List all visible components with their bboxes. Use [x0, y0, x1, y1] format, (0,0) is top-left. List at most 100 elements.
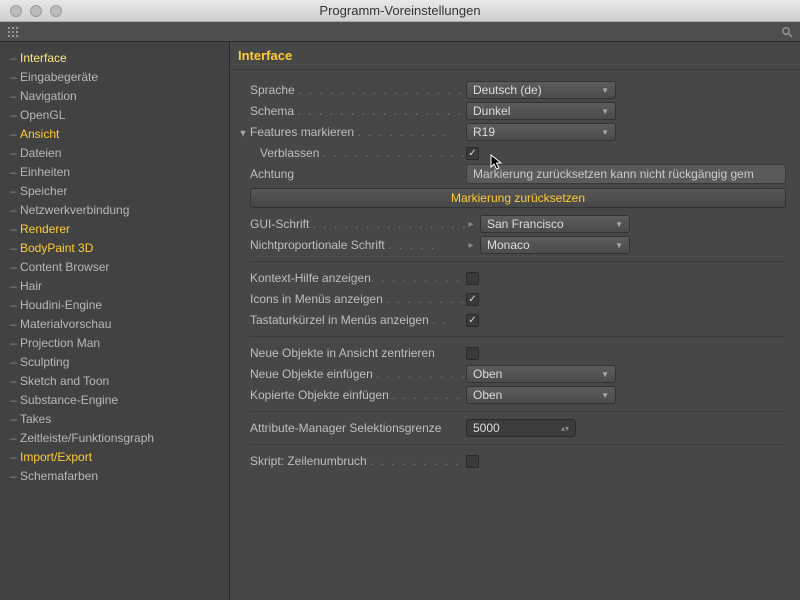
chevron-down-icon: ▼ [601, 86, 609, 95]
row-language: Sprache . . . . . . . . . . . . . . . . … [236, 80, 786, 100]
search-icon[interactable] [780, 25, 794, 39]
sidebar-item-zeitleiste-funktionsgraph[interactable]: –Zeitleiste/Funktionsgraph [0, 428, 229, 447]
sidebar-item-schemafarben[interactable]: –Schemafarben [0, 466, 229, 485]
label-features: Features markieren [250, 125, 354, 139]
dropdown-insert-new[interactable]: Oben▼ [466, 365, 616, 383]
row-scheme: Schema . . . . . . . . . . . . . . . . .… [236, 101, 786, 121]
reset-highlight-button[interactable]: Markierung zurücksetzen [250, 188, 786, 208]
label-am-limit: Attribute-Manager Selektionsgrenze [250, 421, 441, 435]
sidebar-item-interface[interactable]: –Interface [0, 48, 229, 67]
sidebar-item-label: Speicher [20, 184, 67, 198]
dash-icon: – [10, 70, 20, 84]
sidebar-item-content-browser[interactable]: –Content Browser [0, 257, 229, 276]
dropdown-scheme[interactable]: Dunkel▼ [466, 102, 616, 120]
sidebar-item-opengl[interactable]: –OpenGL [0, 105, 229, 124]
sidebar-item-label: Dateien [20, 146, 61, 160]
numfield-am-limit[interactable]: 5000▴▾ [466, 419, 576, 437]
separator [250, 411, 786, 412]
chevron-down-icon: ▼ [615, 241, 623, 250]
dash-icon: – [10, 393, 20, 407]
label-context-help: Kontext-Hilfe anzeigen [250, 271, 371, 285]
checkbox-icons-menus[interactable] [466, 293, 479, 306]
dash-icon: – [10, 317, 20, 331]
sidebar-item-dateien[interactable]: –Dateien [0, 143, 229, 162]
dropdown-language[interactable]: Deutsch (de)▼ [466, 81, 616, 99]
sidebar-item-renderer[interactable]: –Renderer [0, 219, 229, 238]
row-context-help: Kontext-Hilfe anzeigen. . . . . . . . . … [236, 268, 786, 288]
dropdown-gui-font[interactable]: San Francisco▼ [480, 215, 630, 233]
sidebar-item-import-export[interactable]: –Import/Export [0, 447, 229, 466]
sidebar-item-eingabeger-te[interactable]: –Eingabegeräte [0, 67, 229, 86]
checkbox-fade[interactable] [466, 147, 479, 160]
zoom-window-button[interactable] [50, 5, 62, 17]
grid-icon[interactable] [6, 25, 20, 39]
label-gui-font: GUI-Schrift [250, 217, 309, 231]
titlebar: Programm-Voreinstellungen [0, 0, 800, 22]
dash-icon: – [10, 298, 20, 312]
dash-icon: – [10, 469, 20, 483]
sidebar-item-navigation[interactable]: –Navigation [0, 86, 229, 105]
link-arrow-icon: ▸ [466, 240, 476, 251]
chevron-down-icon: ▼ [601, 391, 609, 400]
dash-icon: – [10, 431, 20, 445]
dropdown-features[interactable]: R19▼ [466, 123, 616, 141]
main-panel: Interface Sprache . . . . . . . . . . . … [230, 42, 800, 600]
dash-icon: – [10, 336, 20, 350]
expander-features[interactable]: ▼ [236, 128, 250, 138]
row-mono-font: Nichtproportionale Schrift . . . . . ▸Mo… [236, 235, 786, 255]
window-title: Programm-Voreinstellungen [0, 3, 800, 18]
dash-icon: – [10, 184, 20, 198]
chevron-down-icon: ▼ [601, 370, 609, 379]
sidebar-item-takes[interactable]: –Takes [0, 409, 229, 428]
dropdown-insert-copy[interactable]: Oben▼ [466, 386, 616, 404]
dash-icon: – [10, 89, 20, 103]
sidebar-item-sketch-and-toon[interactable]: –Sketch and Toon [0, 371, 229, 390]
label-mono-font: Nichtproportionale Schrift [250, 238, 385, 252]
spin-icon: ▴▾ [561, 424, 569, 433]
checkbox-shortcuts-menus[interactable] [466, 314, 479, 327]
label-warning: Achtung [250, 167, 294, 181]
link-arrow-icon: ▸ [466, 219, 476, 230]
sidebar-item-substance-engine[interactable]: –Substance-Engine [0, 390, 229, 409]
sidebar-item-sculpting[interactable]: –Sculpting [0, 352, 229, 371]
sidebar-item-hair[interactable]: –Hair [0, 276, 229, 295]
dash-icon: – [10, 279, 20, 293]
sidebar-item-speicher[interactable]: –Speicher [0, 181, 229, 200]
checkbox-script-wrap[interactable] [466, 455, 479, 468]
sidebar-item-label: Import/Export [20, 450, 92, 464]
sidebar-item-label: Sculpting [20, 355, 69, 369]
sidebar-item-label: Materialvorschau [20, 317, 111, 331]
toolbar [0, 22, 800, 42]
sidebar: –Interface–Eingabegeräte–Navigation–Open… [0, 42, 230, 600]
sidebar-item-bodypaint-3d[interactable]: –BodyPaint 3D [0, 238, 229, 257]
sidebar-item-projection-man[interactable]: –Projection Man [0, 333, 229, 352]
sidebar-item-netzwerkverbindung[interactable]: –Netzwerkverbindung [0, 200, 229, 219]
label-language: Sprache [250, 83, 295, 97]
close-window-button[interactable] [10, 5, 22, 17]
sidebar-item-label: Netzwerkverbindung [20, 203, 129, 217]
row-shortcuts-menus: Tastaturkürzel in Menüs anzeigen . . [236, 310, 786, 330]
label-icons-menus: Icons in Menüs anzeigen [250, 292, 383, 306]
row-warning: Achtung Markierung zurücksetzen kann nic… [236, 164, 786, 184]
checkbox-context-help[interactable] [466, 272, 479, 285]
label-insert-new: Neue Objekte einfügen [250, 367, 373, 381]
checkbox-center-new[interactable] [466, 347, 479, 360]
dash-icon: – [10, 222, 20, 236]
sidebar-item-einheiten[interactable]: –Einheiten [0, 162, 229, 181]
sidebar-item-houdini-engine[interactable]: –Houdini-Engine [0, 295, 229, 314]
row-center-new: Neue Objekte in Ansicht zentrieren [236, 343, 786, 363]
dash-icon: – [10, 374, 20, 388]
sidebar-item-label: Renderer [20, 222, 70, 236]
sidebar-item-materialvorschau[interactable]: –Materialvorschau [0, 314, 229, 333]
dash-icon: – [10, 146, 20, 160]
sidebar-item-label: Navigation [20, 89, 77, 103]
separator [250, 261, 786, 262]
sidebar-item-ansicht[interactable]: –Ansicht [0, 124, 229, 143]
dash-icon: – [10, 260, 20, 274]
dash-icon: – [10, 51, 20, 65]
row-insert-copy: Kopierte Objekte einfügen . . . . . . . … [236, 385, 786, 405]
dropdown-mono-font[interactable]: Monaco▼ [480, 236, 630, 254]
sidebar-item-label: Zeitleiste/Funktionsgraph [20, 431, 154, 445]
dash-icon: – [10, 412, 20, 426]
minimize-window-button[interactable] [30, 5, 42, 17]
